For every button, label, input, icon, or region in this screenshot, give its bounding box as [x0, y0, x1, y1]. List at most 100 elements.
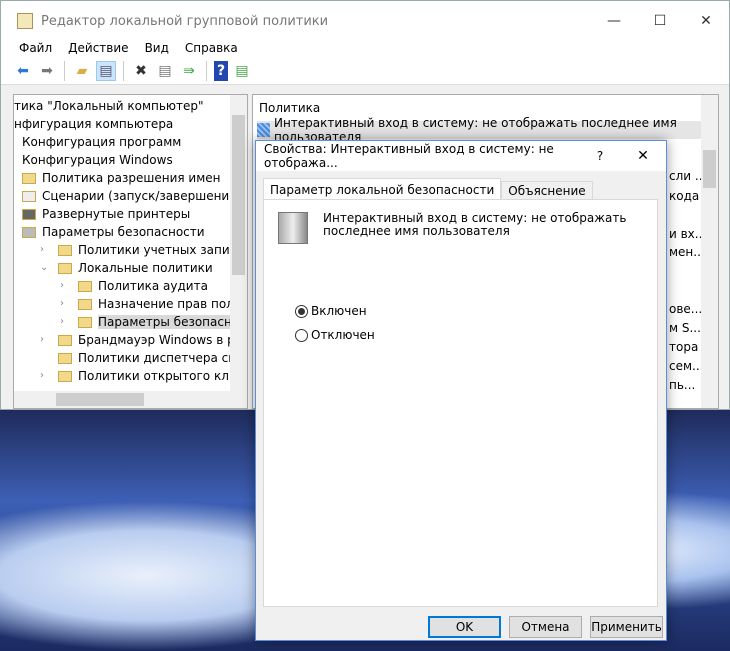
maximize-button[interactable]: ☐ — [637, 13, 683, 29]
policy-row-fragment[interactable]: тора — [669, 340, 698, 354]
policy-row-fragment[interactable]: сем... — [669, 359, 703, 373]
window-title: Редактор локальной групповой политики — [41, 13, 329, 29]
tree-item[interactable]: › Параметры безопасности — [14, 313, 247, 331]
toolbar: ⬅ ➡ ▰ ▤ ✖ ▤ ⇛ ? ▤ — [1, 57, 729, 85]
policy-description: Интерактивный вход в систему: не отображ… — [323, 211, 627, 238]
forward-icon[interactable]: ➡ — [37, 61, 57, 81]
show-hide-tree-icon[interactable]: ▤ — [96, 60, 116, 81]
server-policy-icon — [278, 212, 308, 244]
folder-icon — [58, 245, 72, 256]
dialog-help-button[interactable]: ? — [580, 149, 620, 163]
tree-item[interactable]: Развернутые принтеры — [14, 205, 232, 223]
app-icon — [17, 13, 33, 29]
properties-dialog: Свойства: Интерактивный вход в систему: … — [255, 140, 667, 641]
tree-item-label: нфигурация компьютера — [14, 117, 174, 131]
tree-item[interactable]: ⌄ Локальные политики — [14, 259, 232, 277]
tree-horizontal-scrollbar[interactable] — [14, 391, 247, 408]
tree-item[interactable]: Политика разрешения имен — [14, 169, 232, 187]
menu-view[interactable]: Вид — [145, 41, 169, 57]
help-icon[interactable]: ? — [214, 60, 228, 81]
cancel-button[interactable]: Отмена — [509, 616, 582, 638]
script-icon — [22, 191, 36, 202]
dialog-title: Свойства: Интерактивный вход в систему: … — [264, 142, 554, 170]
tree-item-label: Сценарии (запуск/завершение) — [42, 189, 242, 203]
menu-action[interactable]: Действие — [68, 41, 128, 57]
chevron-right-icon[interactable]: › — [40, 367, 44, 385]
chevron-right-icon[interactable]: › — [60, 295, 64, 313]
folder-icon — [58, 353, 72, 364]
chevron-right-icon[interactable]: › — [40, 241, 44, 259]
policy-row-fragment[interactable]: пь... — [669, 378, 695, 392]
folder-icon — [78, 317, 92, 328]
dialog-title-bar: Свойства: Интерактивный вход в систему: … — [256, 141, 666, 171]
tree-item[interactable]: Сценарии (запуск/завершение) — [14, 187, 241, 205]
menu-bar: Файл Действие Вид Справка — [1, 41, 729, 57]
radio-disabled[interactable]: Отключен — [295, 328, 375, 342]
tree-item[interactable]: Политики диспетчера списка с — [14, 349, 247, 367]
tree-item[interactable]: Конфигурация программ — [14, 133, 232, 151]
dialog-close-button[interactable]: ✕ — [620, 148, 666, 164]
policy-row-fragment[interactable]: ове... — [669, 302, 702, 316]
ok-button[interactable]: OK — [428, 616, 501, 638]
tree-item[interactable]: нфигурация компьютера — [14, 115, 232, 133]
radio-disabled-label: Отключен — [311, 328, 375, 342]
tree-item-label: Развернутые принтеры — [42, 207, 191, 221]
policy-row-fragment[interactable]: м S... — [669, 321, 701, 335]
policy-icon — [257, 123, 270, 137]
export-icon[interactable]: ⇛ — [179, 61, 199, 81]
tree-item-label: Политики открытого ключа — [78, 369, 248, 383]
tree-item[interactable]: Параметры безопасности — [14, 223, 232, 241]
folder-icon — [78, 281, 92, 292]
menu-file[interactable]: Файл — [19, 41, 52, 57]
title-bar: Редактор локальной групповой политики — … — [1, 1, 729, 41]
chevron-right-icon[interactable]: › — [60, 313, 64, 331]
radio-disabled-indicator[interactable] — [295, 328, 308, 342]
tree-item-label: тика "Локальный компьютер" — [14, 99, 204, 113]
menu-help[interactable]: Справка — [185, 41, 238, 57]
tree-vertical-scrollbar[interactable] — [230, 95, 247, 392]
policy-row-fragment[interactable]: кода — [669, 189, 699, 203]
tree-item-label: Параметры безопасности — [98, 315, 247, 329]
printer-icon — [22, 209, 36, 220]
radio-enabled-label: Включен — [311, 304, 367, 318]
radio-enabled[interactable]: Включен — [295, 304, 367, 318]
close-button[interactable]: ✕ — [683, 13, 729, 29]
minimize-button[interactable]: — — [591, 13, 637, 29]
tree-item[interactable]: › Политики учетных записей — [14, 241, 247, 259]
folder-icon — [78, 299, 92, 310]
delete-icon[interactable]: ✖ — [131, 61, 151, 81]
folder-icon — [58, 335, 72, 346]
tree-item[interactable]: › Брандмауэр Windows в режим — [14, 331, 247, 349]
chevron-down-icon[interactable]: ⌄ — [40, 259, 48, 277]
column-header-policy[interactable]: Политика — [253, 95, 718, 117]
tree-item-label: Политика аудита — [98, 279, 208, 293]
tree-item-label: Политика разрешения имен — [42, 171, 221, 185]
tab-local-security-setting[interactable]: Параметр локальной безопасности — [263, 178, 502, 200]
tree-item-label: Параметры безопасности — [42, 225, 205, 239]
chevron-right-icon[interactable]: › — [40, 331, 44, 349]
tree-item[interactable]: › Политики открытого ключа — [14, 367, 247, 385]
folder-icon — [58, 263, 72, 274]
tree-item-label: Политики диспетчера списка с — [78, 351, 247, 365]
tree-item[interactable]: › Политика аудита — [14, 277, 232, 295]
folder-icon — [58, 371, 72, 382]
apply-button[interactable]: Применить — [590, 616, 663, 638]
show-action-pane-icon[interactable]: ▤ — [232, 61, 252, 81]
list-vertical-scrollbar[interactable] — [701, 95, 718, 408]
policy-row-selected[interactable]: Интерактивный вход в систему: не отображ… — [257, 116, 701, 144]
tab-explain[interactable]: Объяснение — [501, 181, 593, 200]
tab-content: Интерактивный вход в систему: не отображ… — [263, 199, 658, 607]
back-icon[interactable]: ⬅ — [13, 61, 33, 81]
tree-item[interactable]: Конфигурация Windows — [14, 151, 232, 169]
radio-enabled-indicator[interactable] — [295, 304, 308, 318]
up-folder-icon[interactable]: ▰ — [72, 61, 92, 81]
tree-item[interactable]: тика "Локальный компьютер" — [14, 97, 232, 115]
tree-item-label: Брандмауэр Windows в режим — [78, 333, 247, 347]
policy-row-fragment[interactable]: мен... — [669, 245, 705, 259]
chevron-right-icon[interactable]: › — [60, 277, 64, 295]
tree-item-label: Конфигурация программ — [22, 135, 182, 149]
properties-icon[interactable]: ▤ — [155, 61, 175, 81]
policy-row-fragment[interactable]: сли .. — [669, 169, 703, 183]
security-icon — [22, 227, 36, 238]
tree-item[interactable]: › Назначение прав пользоват — [14, 295, 247, 313]
